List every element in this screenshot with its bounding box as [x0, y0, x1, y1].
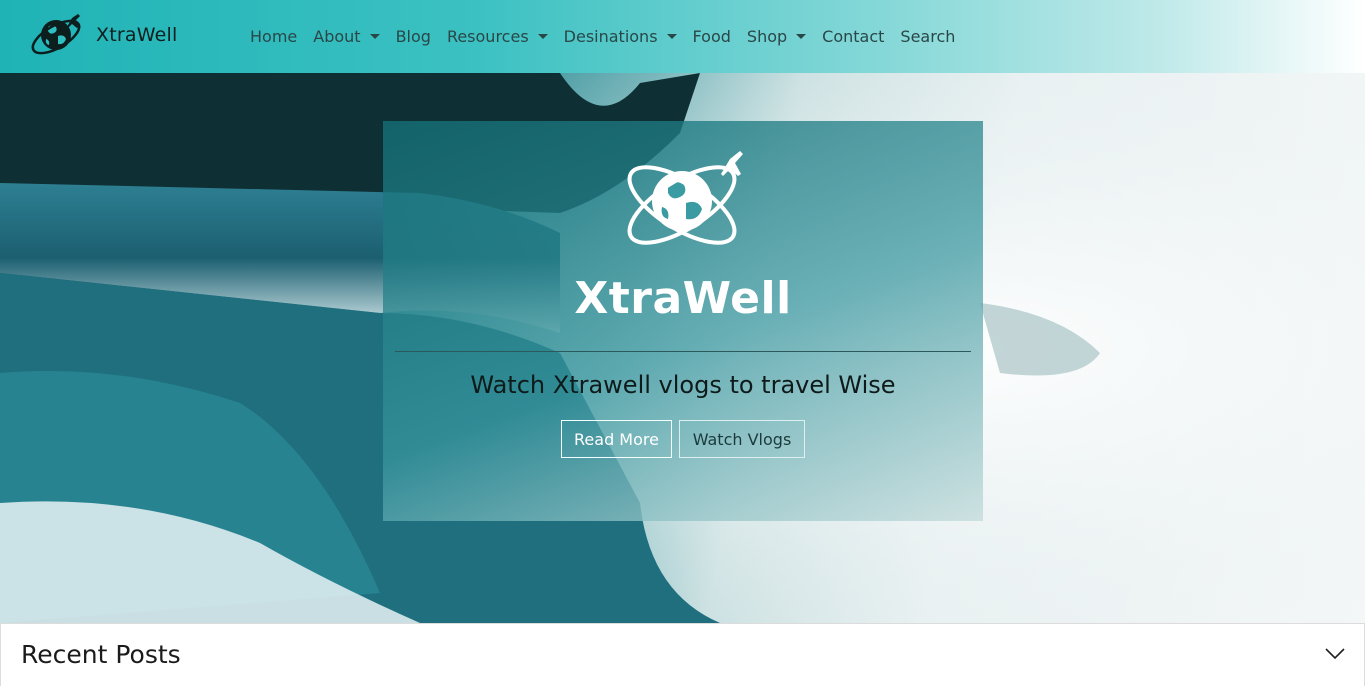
caret-down-icon	[537, 34, 548, 39]
nav-label: Food	[692, 27, 731, 46]
nav-item-blog[interactable]: Blog	[396, 27, 431, 46]
nav-item-destinations[interactable]: Desinations	[564, 27, 677, 46]
nav-label: Resources	[446, 27, 529, 46]
brand[interactable]: XtraWell	[28, 12, 177, 58]
chevron-down-icon[interactable]	[1325, 648, 1345, 660]
hero-banner: XtraWell Watch Xtrawell vlogs to travel …	[0, 73, 1365, 623]
hero-title: XtraWell	[574, 273, 792, 324]
brand-name: XtraWell	[96, 24, 178, 46]
nav-item-search[interactable]: Search	[900, 27, 955, 46]
nav-label: Contact	[822, 27, 885, 46]
nav-label: Blog	[395, 27, 431, 46]
nav-item-about[interactable]: About	[313, 27, 380, 46]
nav-item-shop[interactable]: Shop	[746, 27, 807, 46]
recent-posts-title: Recent Posts	[21, 640, 181, 669]
nav-label: About	[313, 27, 361, 46]
nav-item-resources[interactable]: Resources	[447, 27, 548, 46]
hero-card: XtraWell Watch Xtrawell vlogs to travel …	[383, 121, 983, 521]
caret-down-icon	[796, 34, 807, 39]
recent-posts-header[interactable]: Recent Posts	[0, 623, 1365, 686]
nav-item-food[interactable]: Food	[693, 27, 731, 46]
nav-item-contact[interactable]: Contact	[822, 27, 884, 46]
globe-plane-logo-icon	[627, 151, 743, 245]
nav-label: Home	[250, 27, 298, 46]
divider	[395, 351, 971, 352]
nav-label: Desinations	[563, 27, 658, 46]
nav-label: Search	[900, 27, 956, 46]
nav-label: Shop	[746, 27, 788, 46]
hero-subtitle: Watch Xtrawell vlogs to travel Wise	[470, 371, 896, 399]
read-more-button[interactable]: Read More	[561, 420, 672, 458]
navbar: XtraWell Home About Blog Resources Desin…	[0, 0, 1365, 73]
caret-down-icon	[666, 34, 677, 39]
watch-vlogs-button[interactable]: Watch Vlogs	[679, 420, 805, 458]
globe-plane-logo-icon	[31, 14, 81, 55]
nav-item-home[interactable]: Home	[250, 27, 297, 46]
caret-down-icon	[369, 34, 380, 39]
nav-menu: Home About Blog Resources Desinations Fo…	[250, 0, 971, 73]
